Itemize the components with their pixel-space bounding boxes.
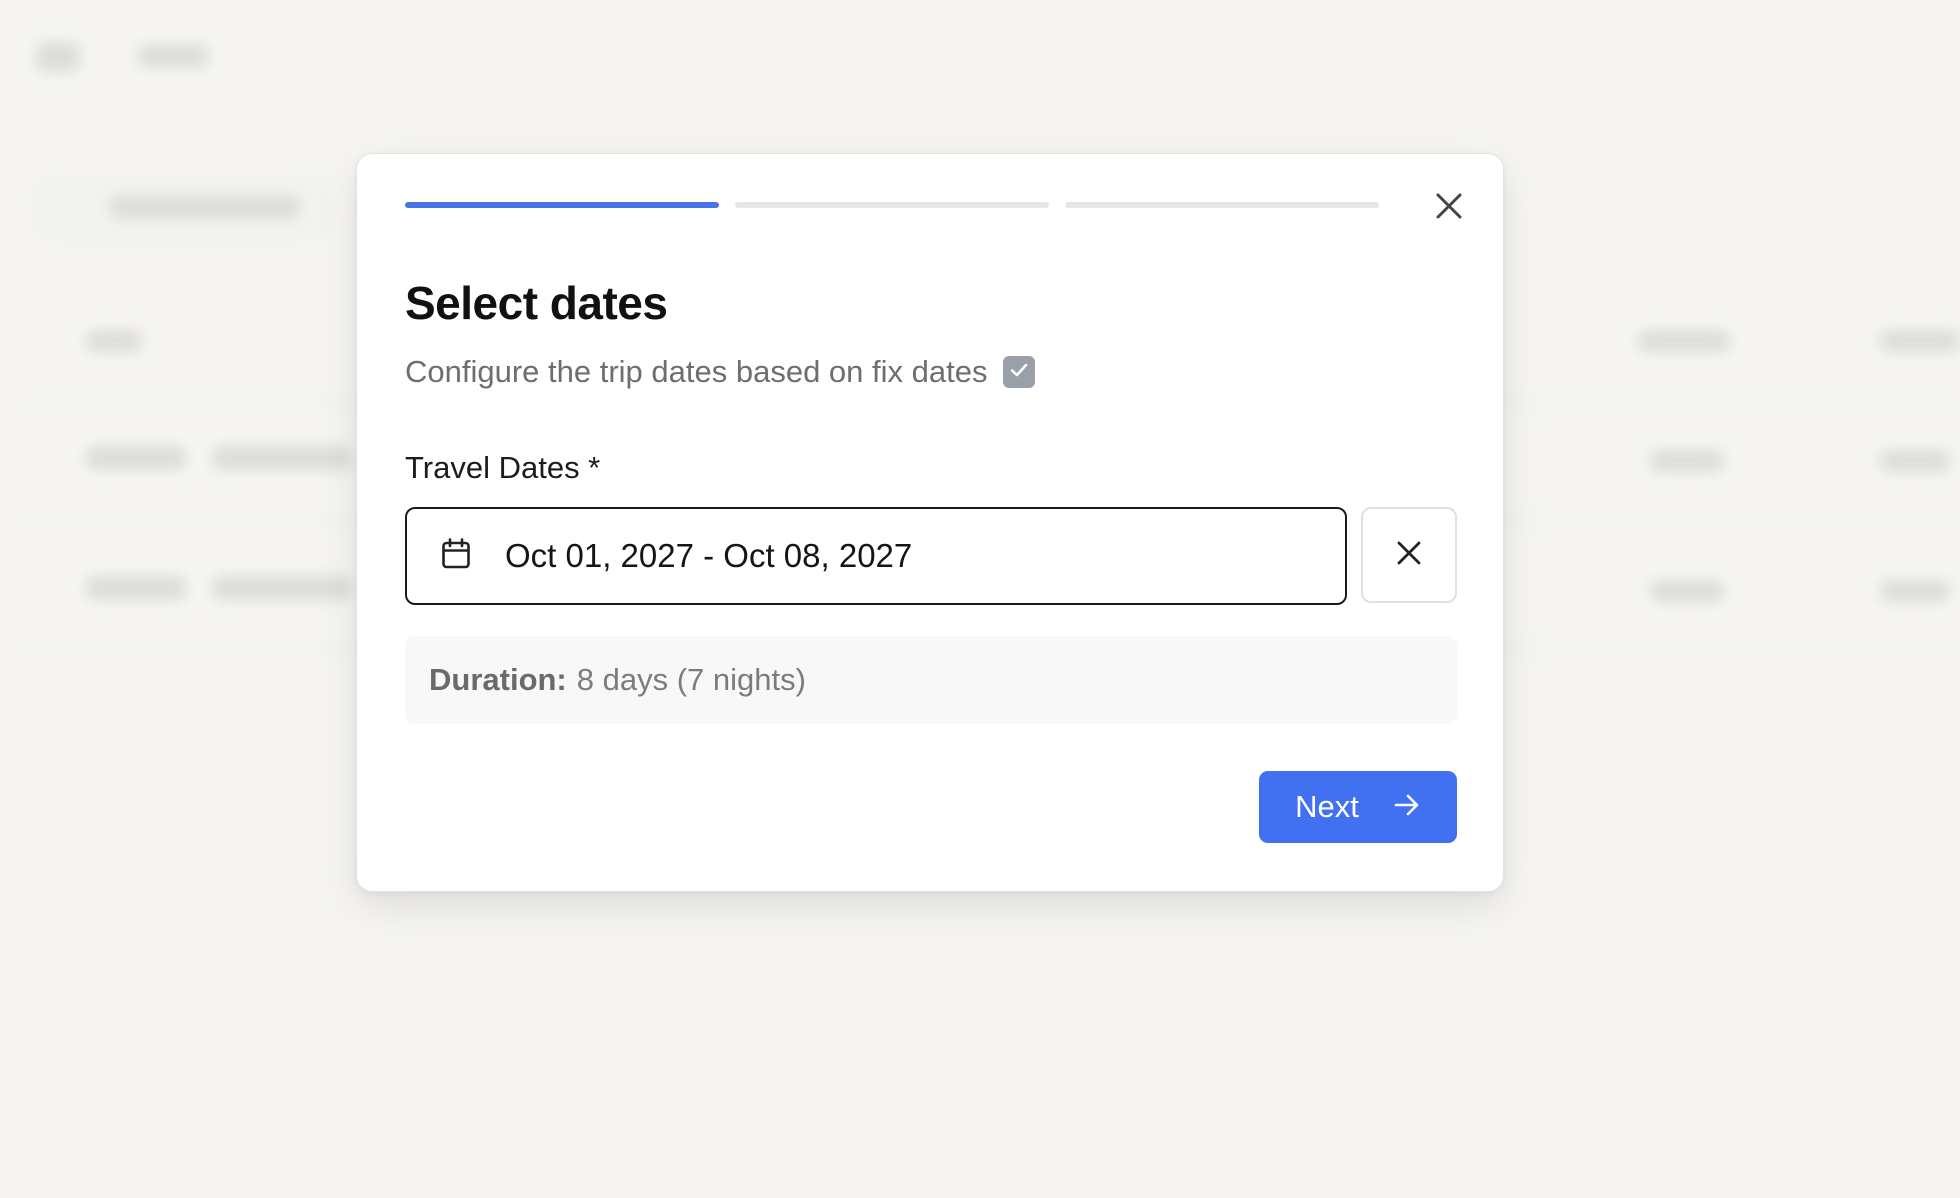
bg-row-cell bbox=[86, 446, 186, 470]
select-dates-dialog: Select dates Configure the trip dates ba… bbox=[356, 153, 1504, 892]
duration-value: 8 days (7 nights) bbox=[576, 662, 806, 697]
clear-dates-button[interactable] bbox=[1361, 507, 1457, 603]
bg-row-cell bbox=[1880, 580, 1950, 602]
bg-row-cell bbox=[1650, 580, 1724, 602]
arrow-right-icon bbox=[1393, 789, 1421, 825]
bg-row-cell bbox=[212, 576, 352, 600]
calendar-icon bbox=[441, 537, 471, 575]
bg-row-cell bbox=[86, 576, 186, 600]
next-button[interactable]: Next bbox=[1259, 771, 1457, 843]
close-icon bbox=[1434, 191, 1464, 226]
close-button[interactable] bbox=[1429, 188, 1469, 228]
bg-search-text bbox=[110, 196, 300, 218]
dialog-title: Select dates bbox=[405, 277, 668, 329]
fixed-dates-row: Configure the trip dates based on fix da… bbox=[405, 354, 1036, 390]
bg-header-cell bbox=[86, 330, 142, 352]
check-icon bbox=[1008, 359, 1030, 386]
travel-dates-input[interactable]: Oct 01, 2027 - Oct 08, 2027 bbox=[405, 507, 1347, 605]
bg-row-cell bbox=[1650, 450, 1724, 472]
bg-row-cell bbox=[212, 446, 352, 470]
progress-step-1 bbox=[405, 202, 719, 208]
progress-step-3 bbox=[1065, 202, 1379, 208]
duration-summary: Duration: 8 days (7 nights) bbox=[405, 636, 1457, 724]
progress-step-2 bbox=[735, 202, 1049, 208]
fixed-dates-checkbox[interactable] bbox=[1003, 356, 1036, 388]
bg-header-cell bbox=[1638, 330, 1730, 352]
travel-dates-value: Oct 01, 2027 - Oct 08, 2027 bbox=[505, 537, 913, 574]
bg-nav-item bbox=[138, 44, 208, 68]
next-button-label: Next bbox=[1295, 789, 1359, 824]
dialog-subtitle: Configure the trip dates based on fix da… bbox=[405, 354, 988, 389]
travel-dates-label: Travel Dates * bbox=[405, 450, 601, 485]
duration-label: Duration: bbox=[429, 662, 567, 697]
step-progress bbox=[405, 202, 1379, 208]
bg-logo bbox=[36, 42, 80, 72]
bg-header-cell bbox=[1880, 330, 1960, 352]
clear-icon bbox=[1395, 539, 1423, 572]
bg-row-cell bbox=[1880, 450, 1950, 472]
